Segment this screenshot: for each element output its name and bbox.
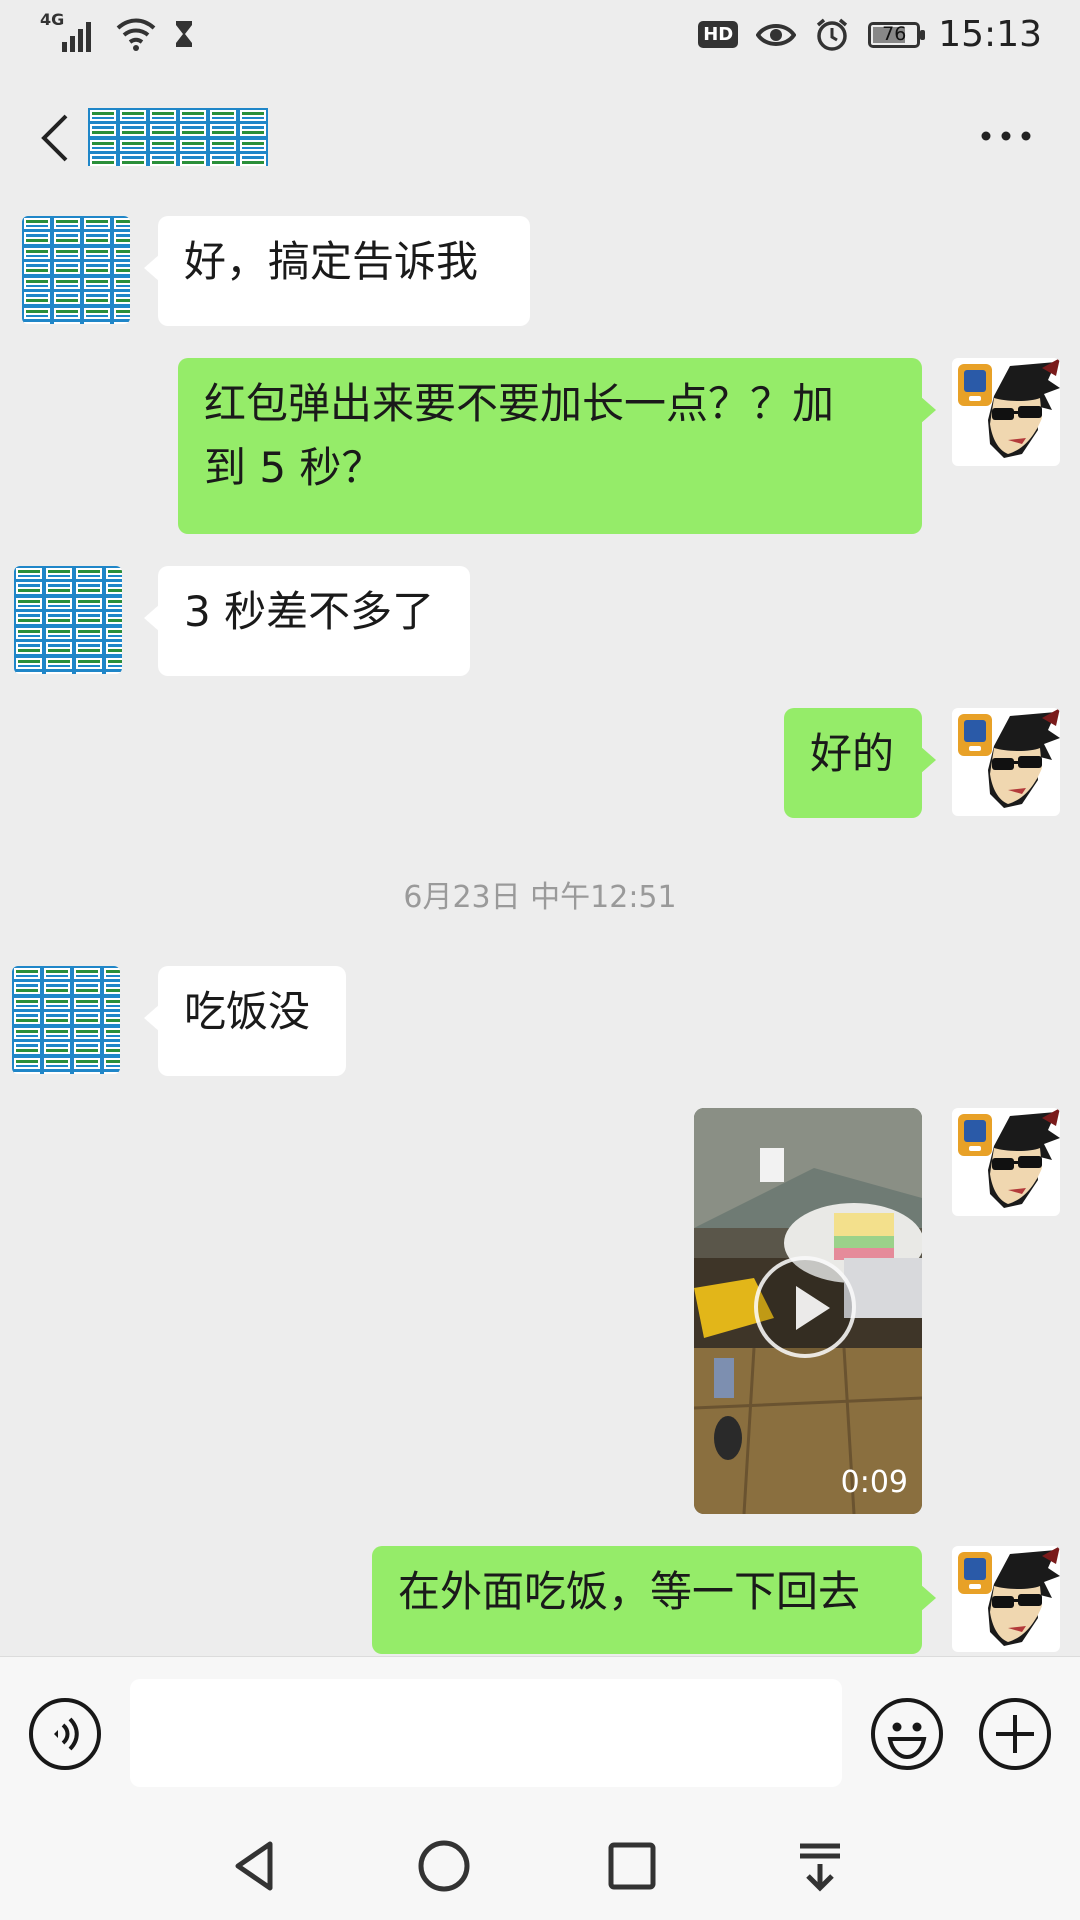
chat-timestamp: 6月23日 中午12:51 <box>403 880 677 915</box>
message-bubble-outgoing[interactable]: 红包弹出来要不要加长一点？？加 到 5 秒？ <box>178 358 936 534</box>
plus-icon[interactable] <box>978 1697 1052 1771</box>
message-text: 在外面吃饭，等一下回去 <box>398 1567 861 1616</box>
voice-icon[interactable] <box>28 1697 102 1771</box>
alarm-icon <box>817 18 848 51</box>
message-text: 吃饭没 <box>184 987 311 1036</box>
self-avatar[interactable] <box>952 358 1060 466</box>
battery-text: 76 <box>882 22 907 45</box>
play-icon[interactable] <box>754 1256 856 1358</box>
battery-icon: 76 <box>868 21 926 48</box>
hd-badge: HD <box>698 21 739 48</box>
pull-down-icon[interactable] <box>790 1836 850 1896</box>
hourglass-icon <box>176 21 192 47</box>
signal-icon: 4G <box>40 10 100 54</box>
message-input[interactable] <box>130 1679 842 1787</box>
message-text-line1: 红包弹出来要不要加长一点？？加 <box>204 379 835 428</box>
emoji-icon[interactable] <box>870 1697 944 1771</box>
message-text: 3 秒差不多了 <box>184 587 435 636</box>
message-bubble-outgoing[interactable]: 好的 <box>784 708 936 818</box>
message-text-line2: 到 5 秒？ <box>204 443 384 492</box>
self-avatar[interactable] <box>952 1546 1060 1652</box>
message-bubble-incoming[interactable]: 吃饭没 <box>144 966 346 1076</box>
self-avatar[interactable] <box>952 1108 1060 1216</box>
message-text: 好，搞定告诉我 <box>184 237 479 286</box>
contact-avatar[interactable] <box>12 966 120 1074</box>
video-message[interactable]: 0:09 <box>694 1108 922 1514</box>
chevron-left-icon[interactable] <box>36 112 76 164</box>
system-nav-bar <box>0 1812 1080 1920</box>
message-bubble-incoming[interactable]: 好，搞定告诉我 <box>144 216 530 326</box>
message-bubble-incoming[interactable]: 3 秒差不多了 <box>144 566 470 676</box>
wifi-icon <box>116 18 156 51</box>
status-left: 4G <box>40 10 196 54</box>
contact-avatar[interactable] <box>14 566 122 674</box>
status-time: 15:13 <box>938 14 1042 55</box>
message-text: 好的 <box>810 729 895 778</box>
status-bar: 4G HD 76 15:13 <box>0 0 1080 76</box>
square-recents-icon[interactable] <box>602 1836 662 1896</box>
message-bubble-outgoing[interactable]: 在外面吃饭，等一下回去 <box>372 1546 936 1654</box>
circle-home-icon[interactable] <box>414 1836 474 1896</box>
self-avatar[interactable] <box>952 708 1060 816</box>
video-duration: 0:09 <box>840 1465 908 1500</box>
chat-header <box>0 76 1080 200</box>
status-right: HD 76 15:13 <box>698 14 1042 55</box>
ellipsis-icon[interactable] <box>978 126 1034 146</box>
input-bar <box>0 1656 1080 1813</box>
triangle-back-icon[interactable] <box>226 1836 286 1896</box>
contact-avatar[interactable] <box>22 216 130 324</box>
eye-icon <box>756 23 797 46</box>
contact-name-image[interactable] <box>88 108 268 166</box>
